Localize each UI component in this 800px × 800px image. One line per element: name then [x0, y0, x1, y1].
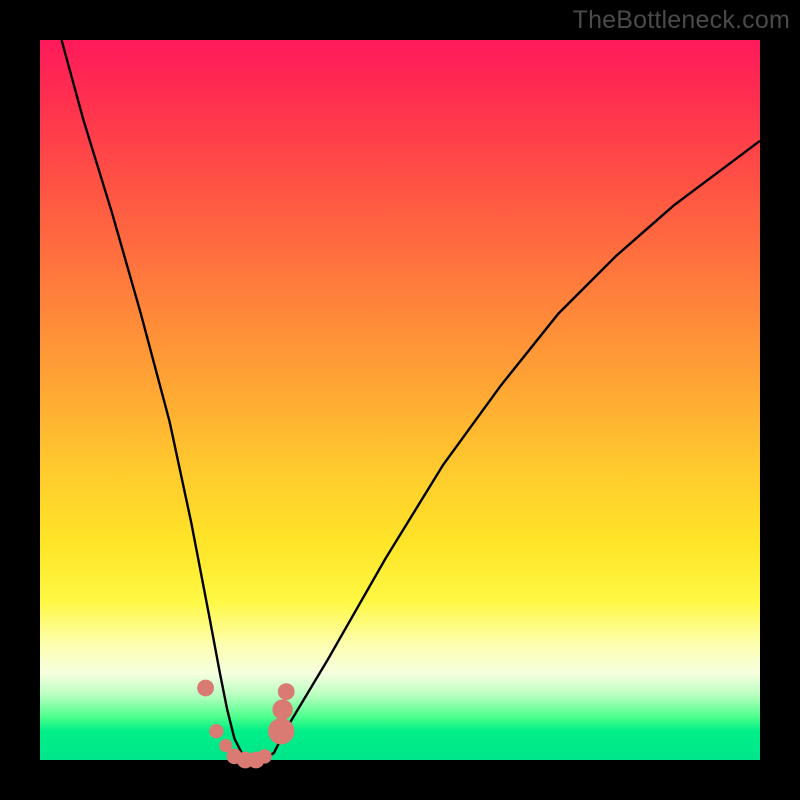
- plot-area: [40, 40, 760, 760]
- curve-svg: [40, 40, 760, 760]
- curve-markers: [197, 680, 294, 769]
- chart-frame: TheBottleneck.com: [0, 0, 800, 800]
- data-point-marker: [278, 683, 295, 700]
- data-point-marker: [268, 718, 294, 744]
- data-point-marker: [197, 680, 214, 697]
- data-point-marker: [272, 699, 292, 719]
- data-point-marker: [209, 724, 223, 738]
- bottleneck-curve-path: [62, 40, 760, 760]
- data-point-marker: [257, 749, 271, 763]
- watermark-text: TheBottleneck.com: [573, 6, 790, 35]
